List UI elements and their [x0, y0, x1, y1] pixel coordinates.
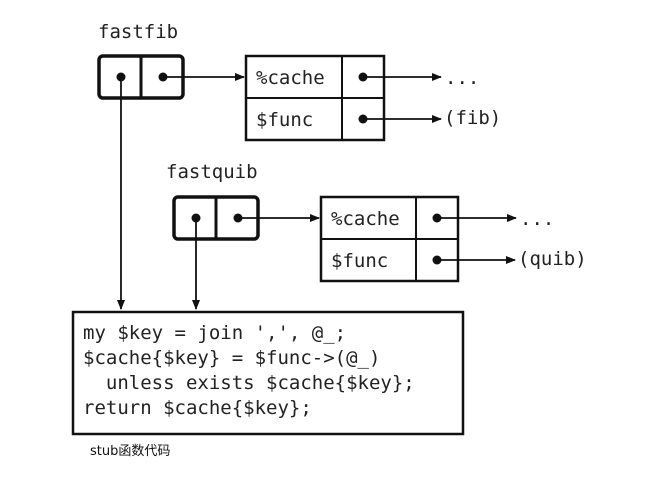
fastquib-cache-label: %cache	[331, 208, 400, 230]
fastquib-env-table: %cache $func	[319, 195, 460, 283]
fastfib-label: fastfib	[98, 21, 178, 43]
code-line-4: return $cache{$key};	[83, 397, 312, 419]
fastfib-cache-target: ...	[445, 67, 479, 89]
fastquib-cache-target: ...	[520, 208, 554, 230]
code-line-3: unless exists $cache{$key};	[83, 372, 415, 394]
fastfib-env-table: %cache $func	[244, 54, 386, 142]
fastfib-func-target: (fib)	[444, 107, 501, 129]
closure-diagram: fastfib %cache $func ... (fib) fastquib …	[71, 21, 587, 459]
fastquib-func-target: (quib)	[518, 248, 587, 270]
code-line-1: my $key = join ',', @_;	[83, 322, 346, 344]
code-line-2: $cache{$key} = $func->(@_)	[83, 347, 380, 369]
stub-code-box: my $key = join ',', @_; $cache{$key} = $…	[71, 310, 465, 436]
fastfib-cache-label: %cache	[256, 67, 325, 89]
fastfib-func-label: $func	[256, 109, 313, 131]
fastquib-func-label: $func	[331, 250, 388, 272]
figure-caption: stub函数代码	[90, 444, 170, 459]
fastquib-label: fastquib	[166, 161, 258, 183]
